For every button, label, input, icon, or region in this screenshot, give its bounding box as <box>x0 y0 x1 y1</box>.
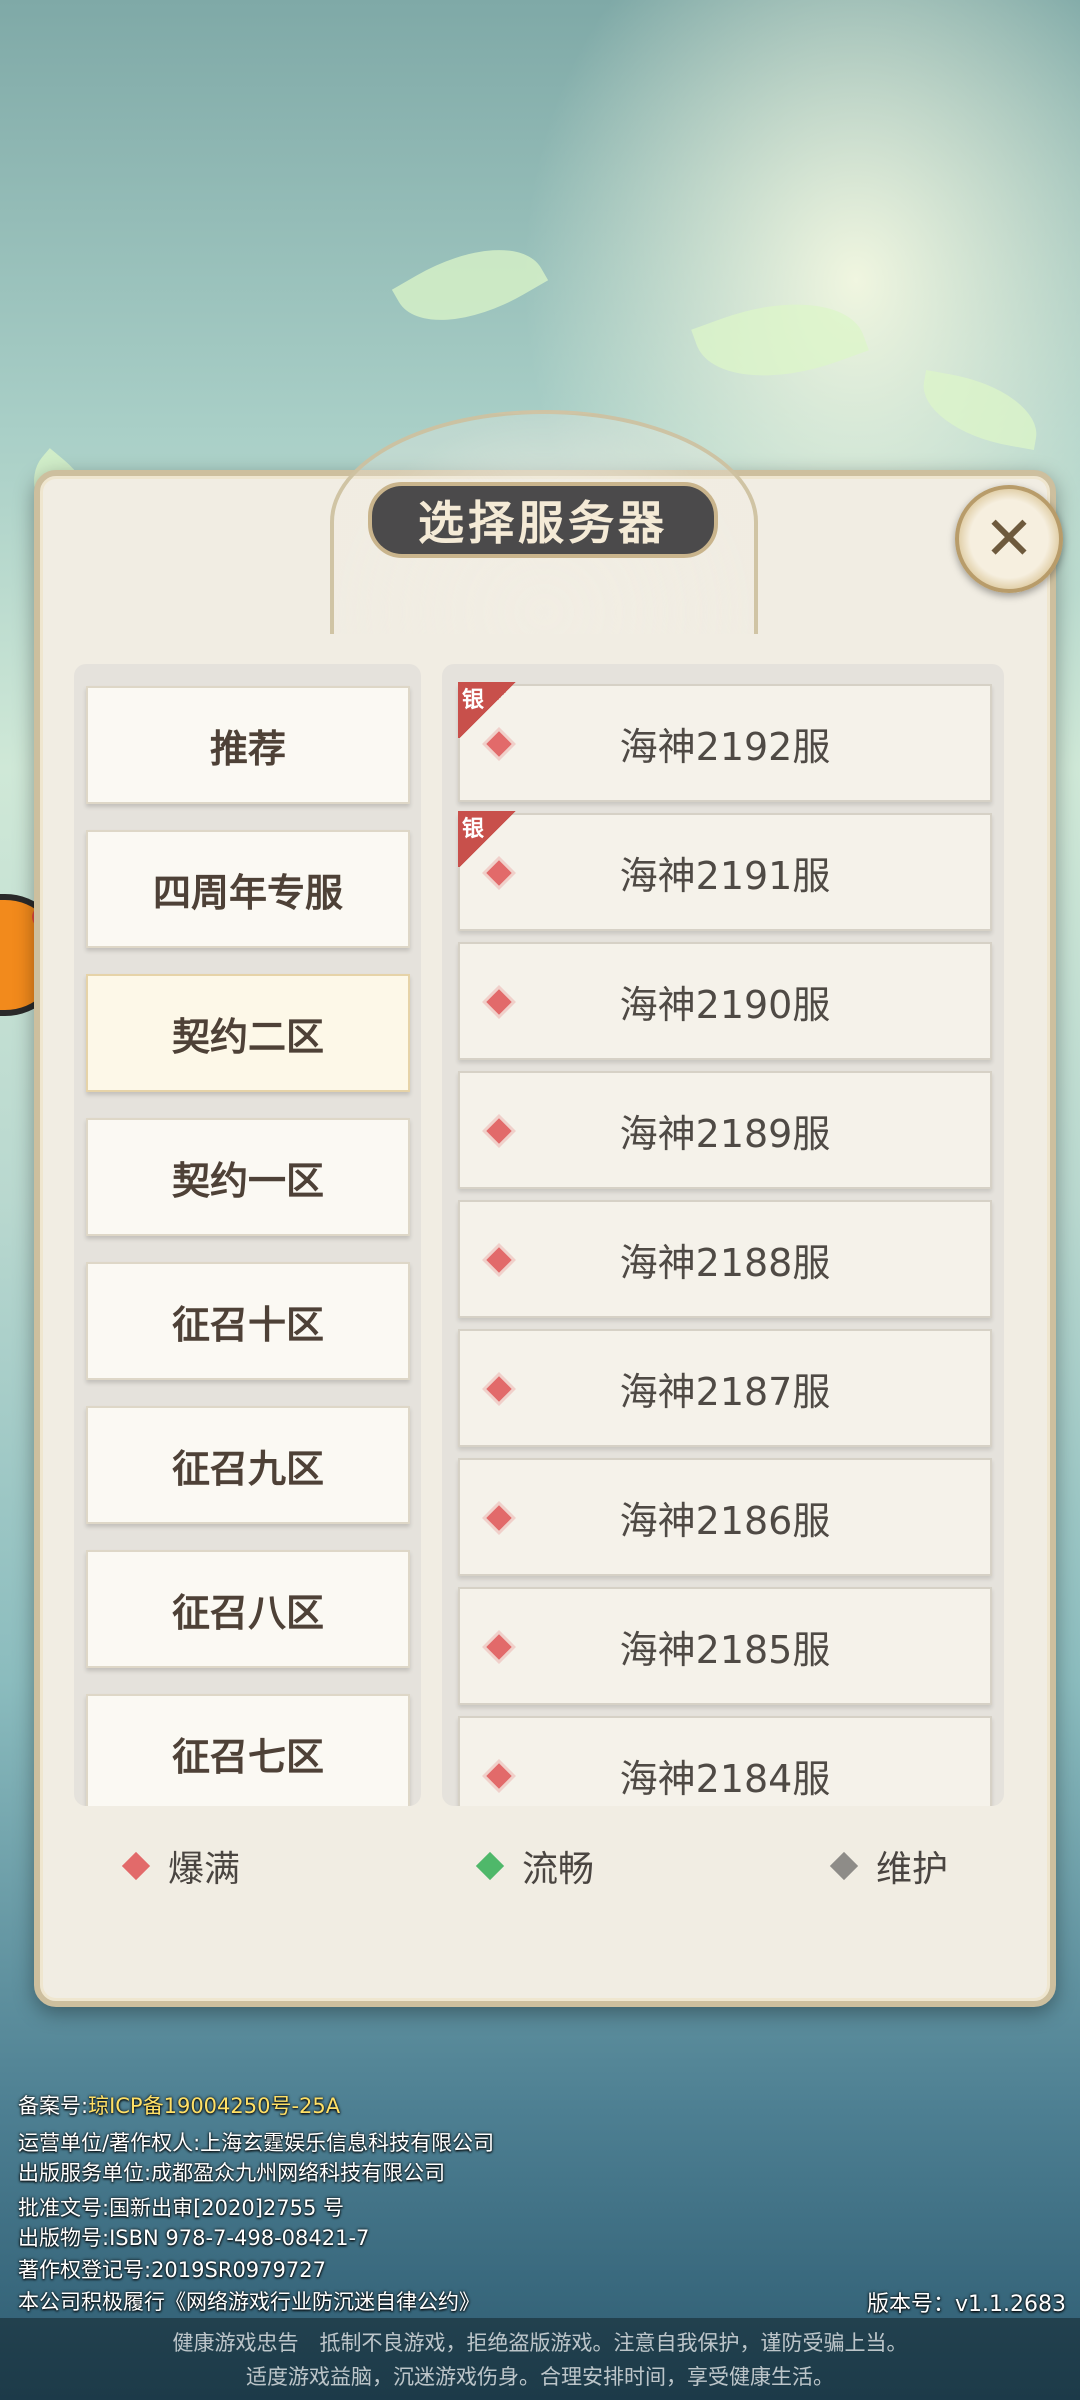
server-item[interactable]: 海神2190服 <box>458 942 992 1060</box>
legend-maintenance: 维护 <box>829 1840 949 1892</box>
server-name: 海神2184服 <box>619 1756 831 1801</box>
server-name: 海神2186服 <box>619 1498 831 1543</box>
record-value[interactable]: 琼ICP备19004250号-25A <box>88 2094 340 2118</box>
record-number: 备案号:琼ICP备19004250号-25A <box>18 2090 340 2120</box>
approval-info: 批准文号:国新出审[2020]2755 号 <box>18 2196 345 2220</box>
advisory-line-1: 健康游戏忠告 抵制不良游戏，拒绝盗版游戏。注意自我保护，谨防受骗上当。 <box>172 2331 908 2355</box>
server-item[interactable]: 海神2185服 <box>458 1587 992 1705</box>
server-item[interactable]: 海神2187服 <box>458 1329 992 1447</box>
server-item[interactable]: 海神2186服 <box>458 1458 992 1576</box>
category-tab-recruit-9[interactable]: 征召九区 <box>86 1406 410 1524</box>
server-name: 海神2192服 <box>619 724 831 769</box>
server-name: 海神2185服 <box>619 1627 831 1672</box>
diamond-gray-icon <box>829 1851 859 1881</box>
server-item[interactable]: 银 海神2192服 <box>458 682 992 802</box>
operator-info: 运营单位/著作权人:上海玄霆娱乐信息科技有限公司 <box>18 2131 495 2155</box>
server-item[interactable]: 海神2188服 <box>458 1200 992 1318</box>
server-name: 海神2191服 <box>619 853 831 898</box>
category-list[interactable]: 推荐 四周年专服 契约二区 契约一区 征召十区 征召九区 征召八区 征召七区 <box>74 664 421 1806</box>
health-advisory: 健康游戏忠告 抵制不良游戏，拒绝盗版游戏。注意自我保护，谨防受骗上当。 适度游戏… <box>0 2318 1080 2400</box>
pledge-info: 本公司积极履行《网络游戏行业防沉迷自律公约》 <box>18 2290 480 2314</box>
server-item[interactable]: 海神2189服 <box>458 1071 992 1189</box>
legend-full: 爆满 <box>121 1840 241 1892</box>
server-name: 海神2187服 <box>619 1369 831 1414</box>
category-tab-contract-2[interactable]: 契约二区 <box>86 974 410 1092</box>
category-tab-recruit-7[interactable]: 征召七区 <box>86 1694 410 1806</box>
legend-label: 维护 <box>876 1849 949 1890</box>
publisher-info: 出版服务单位:成都盈众九州网络科技有限公司 <box>18 2161 446 2185</box>
close-x-icon: ✕ <box>983 504 1035 574</box>
diamond-green-icon <box>475 1851 505 1881</box>
server-item[interactable]: 银 海神2191服 <box>458 811 992 931</box>
legend-smooth: 流畅 <box>475 1840 595 1892</box>
server-item[interactable]: 海神2184服 <box>458 1716 992 1806</box>
diamond-red-icon <box>121 1851 151 1881</box>
server-name: 海神2189服 <box>619 1111 831 1156</box>
server-list[interactable]: 银 海神2192服 银 海神2191服 海神2190服 海神2189服 海神21… <box>442 664 1004 1806</box>
copyright-info: 著作权登记号:2019SR0979727 <box>18 2258 326 2282</box>
legend-label: 爆满 <box>168 1849 241 1890</box>
category-tab-contract-1[interactable]: 契约一区 <box>86 1118 410 1236</box>
server-name: 海神2188服 <box>619 1240 831 1285</box>
legend-label: 流畅 <box>522 1849 595 1890</box>
close-button[interactable]: ✕ <box>955 485 1063 593</box>
version-label: 版本号：v1.1.2683 <box>867 2292 1066 2317</box>
category-tab-recruit-10[interactable]: 征召十区 <box>86 1262 410 1380</box>
category-tab-recruit-8[interactable]: 征召八区 <box>86 1550 410 1668</box>
category-tab-recommended[interactable]: 推荐 <box>86 686 410 804</box>
advisory-line-2: 适度游戏益脑，沉迷游戏伤身。合理安排时间，享受健康生活。 <box>246 2365 834 2389</box>
dialog-title: 选择服务器 <box>368 482 718 558</box>
isbn-info: 出版物号:ISBN 978-7-498-08421-7 <box>18 2226 370 2250</box>
server-name: 海神2190服 <box>619 982 831 1027</box>
category-tab-anniversary[interactable]: 四周年专服 <box>86 830 410 948</box>
record-label: 备案号: <box>18 2094 89 2118</box>
